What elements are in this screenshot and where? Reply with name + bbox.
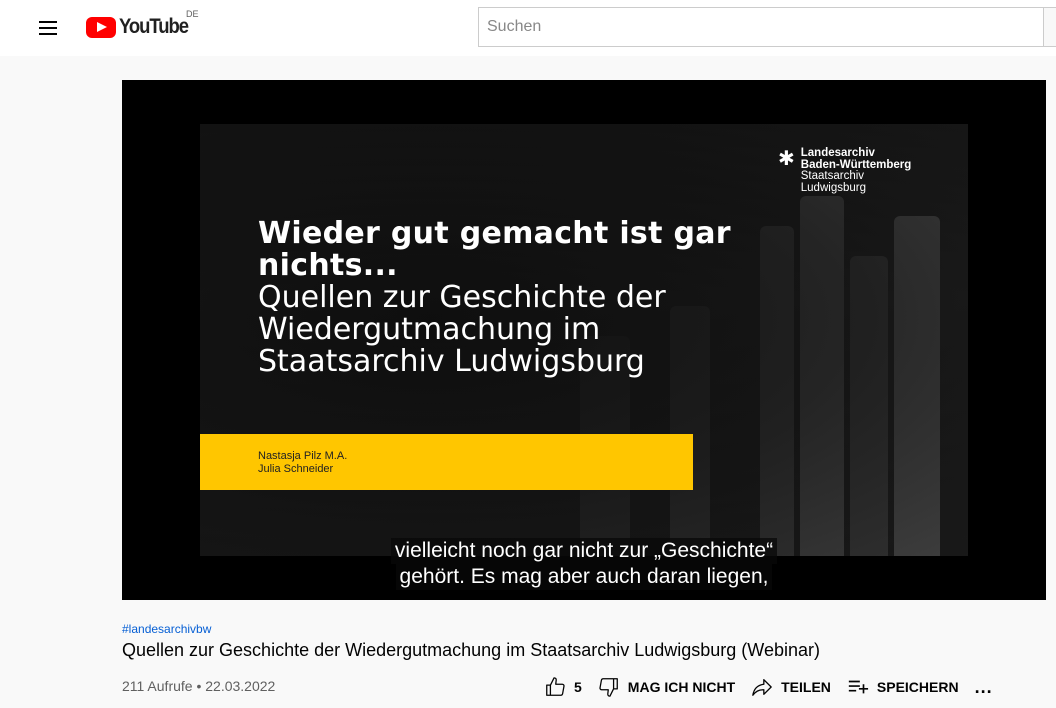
action-bar: 5 MAG ICH NICHT TEILEN SPEICHERN ... xyxy=(544,676,1009,698)
headline-bold-line: nichts... xyxy=(258,248,398,283)
view-count-date: 211 Aufrufe • 22.03.2022 xyxy=(122,678,276,694)
hashtag-link[interactable]: #landesarchivbw xyxy=(122,622,211,636)
archive-logo: ✱ Landesarchiv Baden-Württemberg Staatsa… xyxy=(778,147,911,194)
youtube-logo[interactable]: YouTube DE xyxy=(86,9,199,39)
author-name: Nastasja Pilz M.A. xyxy=(258,450,348,462)
share-arrow-icon xyxy=(752,679,772,696)
caption-line: gehört. Es mag aber auch daran liegen, xyxy=(395,564,773,590)
headline-light-line: Quellen zur Geschichte der xyxy=(258,280,666,315)
menu-icon[interactable] xyxy=(36,16,60,40)
masthead: YouTube DE xyxy=(0,0,1056,56)
video-frame: ✱ Landesarchiv Baden-Württemberg Staatsa… xyxy=(200,124,968,556)
asterisk-logo-icon: ✱ xyxy=(778,148,795,170)
headline-light-line: Wiedergutmachung im xyxy=(258,312,601,347)
archive-line: Ludwigsburg xyxy=(800,181,866,194)
add-to-playlist-icon xyxy=(848,680,868,694)
headline-light-line: Staatsarchiv Ludwigsburg xyxy=(258,344,645,379)
search-button[interactable] xyxy=(1043,7,1056,47)
archive-line: Landesarchiv xyxy=(800,147,875,159)
save-button[interactable]: SPEICHERN xyxy=(847,676,959,698)
logo-text: YouTube xyxy=(119,15,189,38)
video-player[interactable]: ✱ Landesarchiv Baden-Württemberg Staatsa… xyxy=(122,80,1046,600)
video-title: Quellen zur Geschichte der Wiedergutmach… xyxy=(122,640,820,660)
author-name: Julia Schneider xyxy=(258,463,334,475)
thumbs-down-icon xyxy=(599,678,618,697)
authors-banner: Nastasja Pilz M.A. Julia Schneider xyxy=(200,434,693,490)
play-logo-icon xyxy=(86,16,116,38)
archive-line: Staatsarchiv xyxy=(800,170,865,182)
share-button[interactable]: TEILEN xyxy=(751,676,831,698)
search-input[interactable] xyxy=(478,7,1044,47)
share-label: TEILEN xyxy=(781,679,831,695)
save-label: SPEICHERN xyxy=(876,679,959,695)
dislike-label: MAG ICH NICHT xyxy=(627,679,736,695)
thumbs-up-icon xyxy=(546,677,565,696)
country-code: DE xyxy=(186,9,199,19)
subtitles: vielleicht noch gar nicht zur „Geschicht… xyxy=(122,538,1046,590)
caption-line: vielleicht noch gar nicht zur „Geschicht… xyxy=(390,538,778,564)
slide-headline: Wieder gut gemacht ist gar nichts... Que… xyxy=(258,218,778,378)
like-count: 5 xyxy=(574,679,582,695)
more-actions-icon[interactable]: ... xyxy=(975,678,993,696)
like-button[interactable]: 5 xyxy=(544,676,582,698)
dislike-button[interactable]: MAG ICH NICHT xyxy=(598,676,735,698)
headline-bold-line: Wieder gut gemacht ist gar xyxy=(258,216,731,251)
